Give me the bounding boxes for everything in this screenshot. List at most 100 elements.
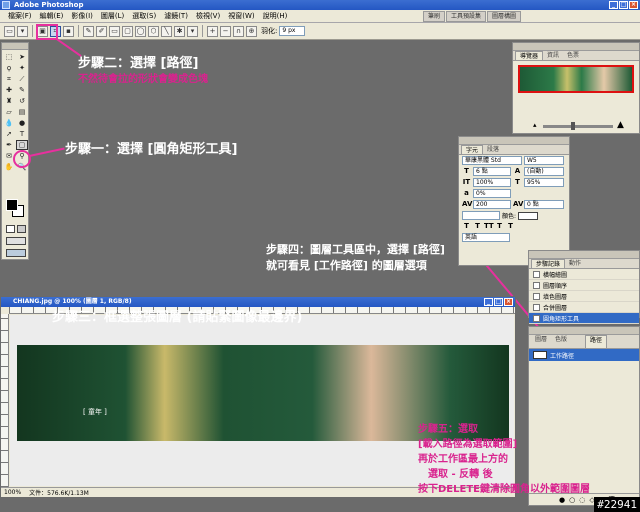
tab-actions[interactable]: 動作 (565, 259, 585, 268)
chevron-down-icon[interactable]: ▾ (187, 25, 198, 37)
jump-to-imageready-icon[interactable] (6, 249, 26, 257)
history-item[interactable]: 圖層順序 (529, 280, 639, 291)
well-tab-tool-presets[interactable]: 工具預設集 (446, 11, 487, 22)
panel-title-bar[interactable] (459, 137, 569, 145)
rectangle-option[interactable]: ▭ (109, 25, 120, 37)
menu-help[interactable]: 說明(H) (259, 10, 292, 22)
standard-mode-icon[interactable] (6, 225, 15, 233)
well-tab-brushes[interactable]: 筆刷 (423, 11, 446, 22)
font-size-input[interactable]: 6 點 (473, 167, 511, 176)
brush-tool-icon[interactable]: ✎ (16, 85, 28, 95)
feather-input[interactable]: 9 px (279, 26, 306, 36)
line-option[interactable]: ╲ (161, 25, 172, 37)
ellipse-option[interactable]: ◯ (135, 25, 146, 37)
text-color-swatch[interactable] (518, 211, 539, 220)
all-caps-icon[interactable]: TT (484, 222, 494, 231)
tab-character[interactable]: 字元 (461, 145, 484, 154)
tab-history[interactable]: 步驟記錄 (531, 259, 566, 268)
menu-filter[interactable]: 濾鏡(T) (160, 10, 192, 22)
menu-edit[interactable]: 編輯(E) (36, 10, 68, 22)
blur-tool-icon[interactable]: 💧 (3, 118, 15, 128)
kerning-input[interactable]: 0 點 (524, 200, 564, 209)
menu-image[interactable]: 影像(I) (67, 10, 97, 22)
eraser-tool-icon[interactable]: ▱ (3, 107, 15, 117)
vertical-scale-input[interactable]: 100% (473, 178, 511, 187)
history-item[interactable]: 填色圖層 (529, 291, 639, 302)
chevron-down-icon[interactable]: ▾ (17, 25, 28, 37)
maximize-button[interactable]: □ (619, 1, 628, 9)
freeform-pen-option[interactable]: ✐ (96, 25, 107, 37)
pen-tool-icon[interactable]: ✒ (3, 140, 15, 150)
exclude-path-button[interactable]: ⊕ (246, 25, 257, 37)
faux-bold-icon[interactable]: T (462, 222, 471, 231)
history-brush-tool-icon[interactable]: ↺ (16, 96, 28, 106)
subtract-path-button[interactable]: − (220, 25, 231, 37)
crop-tool-icon[interactable]: ⌗ (3, 74, 15, 84)
history-item[interactable]: 橫幅繪圖 (529, 269, 639, 280)
intersect-path-button[interactable]: ∩ (233, 25, 244, 37)
language-select[interactable]: 英語 (462, 233, 510, 242)
aa-select[interactable] (462, 211, 500, 220)
quick-mask-icon[interactable] (17, 225, 26, 233)
slice-tool-icon[interactable]: ⟋ (16, 74, 28, 84)
panel-title-bar[interactable] (529, 251, 639, 259)
screen-mode-icon[interactable] (6, 237, 26, 245)
foreground-color-swatch[interactable] (6, 199, 18, 211)
maximize-button[interactable]: □ (494, 298, 503, 306)
baseline-shift-input[interactable]: 0% (473, 189, 511, 198)
load-path-as-selection-icon[interactable]: ◌ (579, 496, 585, 504)
menu-view[interactable]: 檢視(V) (192, 10, 224, 22)
magic-wand-tool-icon[interactable]: ✦ (16, 63, 28, 73)
path-item-work-path[interactable]: 工作路徑 (529, 349, 639, 361)
zoom-slider-handle[interactable] (571, 122, 575, 130)
well-tab-layer-comps[interactable]: 圖層構圖 (487, 11, 522, 22)
move-tool-icon[interactable]: ➤ (16, 52, 28, 62)
menu-file[interactable]: 檔案(F) (4, 10, 36, 22)
lasso-tool-icon[interactable]: ϙ (3, 63, 15, 73)
minimize-button[interactable]: _ (609, 1, 618, 9)
tracking-input[interactable]: 200 (473, 200, 511, 209)
tool-preset-picker[interactable]: ▭ (4, 25, 15, 37)
add-to-path-button[interactable]: + (207, 25, 218, 37)
hand-tool-icon[interactable]: ✋ (3, 162, 15, 172)
type-tool-icon[interactable]: T (16, 129, 28, 139)
zoom-slider[interactable] (543, 122, 613, 130)
gradient-tool-icon[interactable]: ▤ (16, 107, 28, 117)
menu-window[interactable]: 視窗(W) (224, 10, 258, 22)
tab-navigator[interactable]: 導覽器 (515, 51, 544, 60)
tab-paths[interactable]: 路徑 (585, 335, 608, 348)
pen-tool-option[interactable]: ✎ (83, 25, 94, 37)
close-button[interactable]: × (504, 298, 513, 306)
custom-shape-option[interactable]: ✱ (174, 25, 185, 37)
menu-select[interactable]: 選取(S) (128, 10, 160, 22)
tab-channels[interactable]: 色版 (551, 335, 571, 348)
strikethrough-icon[interactable]: T (506, 222, 515, 231)
zoom-in-icon[interactable]: ▲ (617, 120, 624, 130)
font-style-select[interactable]: W5 (524, 156, 564, 165)
polygon-option[interactable]: ⬡ (148, 25, 159, 37)
panel-title-bar[interactable] (529, 327, 639, 335)
tab-layers[interactable]: 圖層 (531, 335, 551, 348)
healing-brush-tool-icon[interactable]: ✚ (3, 85, 15, 95)
tab-paragraph[interactable]: 段落 (483, 145, 503, 154)
font-family-select[interactable]: 華康黑體 Std (462, 156, 522, 165)
clone-stamp-tool-icon[interactable]: ♜ (3, 96, 15, 106)
marquee-tool-icon[interactable]: ⬚ (3, 52, 15, 62)
underline-icon[interactable]: T (495, 222, 504, 231)
faux-italic-icon[interactable]: T (473, 222, 482, 231)
minimize-button[interactable]: _ (484, 298, 493, 306)
path-selection-tool-icon[interactable]: ➚ (3, 129, 15, 139)
menu-layer[interactable]: 圖層(L) (97, 10, 128, 22)
fill-pixels-mode-button[interactable]: ▪ (63, 25, 74, 37)
stroke-path-icon[interactable]: ○ (569, 496, 575, 504)
tab-swatches[interactable]: 色票 (563, 51, 583, 60)
rounded-rectangle-option[interactable]: ▢ (122, 25, 133, 37)
close-button[interactable]: × (629, 1, 638, 9)
zoom-level[interactable]: 100% (4, 489, 21, 496)
panel-title-bar[interactable] (513, 43, 639, 51)
dodge-tool-icon[interactable]: ● (16, 118, 28, 128)
toolbox-grip[interactable] (2, 43, 28, 50)
zoom-out-icon[interactable]: ▴ (533, 121, 537, 129)
tab-info[interactable]: 資訊 (543, 51, 563, 60)
navigator-preview[interactable] (518, 65, 634, 93)
